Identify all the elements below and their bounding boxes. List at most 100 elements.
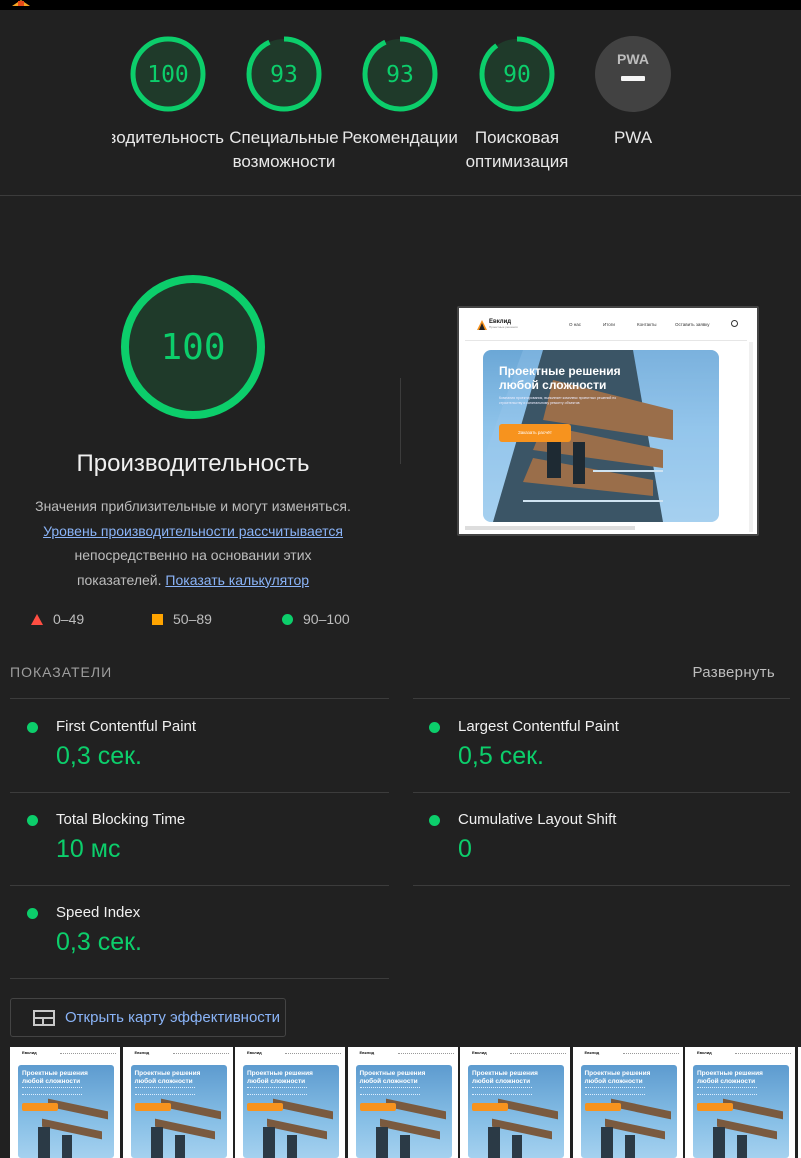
legend-fail-range: 0–49 (53, 611, 85, 627)
desc-text-2: непосредственно на основании этих (74, 547, 312, 563)
metric-name: Total Blocking Time (56, 811, 186, 828)
gauge-label-line2: оптимизация (465, 152, 569, 171)
gauge-label: PWA (613, 128, 653, 147)
frame-title: Проектные решения любой сложности (134, 1070, 201, 1085)
site-brand-sub: Проектные решения (489, 325, 518, 329)
pass-circle-icon (429, 815, 440, 826)
gauge-label: Производительность (112, 128, 224, 147)
fail-triangle-icon (31, 613, 43, 625)
pass-circle-icon (27, 908, 38, 919)
frame-title: Проектные решения любой сложности (584, 1070, 651, 1085)
pwa-badge-text: PWA (617, 51, 649, 67)
filmstrip-frame: ЕвклидПроектные решения любой сложности (797, 1047, 801, 1158)
frame-brand: Евклид (359, 1050, 375, 1055)
frame-brand: Евклид (134, 1050, 150, 1055)
gauge-pwa[interactable]: PWA PWA (563, 34, 703, 150)
site-hero-title: Проектные решения любой сложности (499, 364, 621, 392)
filmstrip-frame: Евклид Проектные решения любой сложности (572, 1047, 683, 1158)
frame-nav (735, 1053, 791, 1055)
frame-button (247, 1103, 283, 1111)
frame-button (359, 1103, 396, 1111)
frame-nav (510, 1053, 566, 1055)
gauge-ring: 90 (479, 36, 555, 112)
frame-brand: Евклид (247, 1050, 262, 1055)
open-treemap-button[interactable]: Открыть карту эффективности (10, 998, 286, 1037)
pwa-badge-icon: PWA (595, 36, 671, 112)
average-square-icon (152, 613, 163, 625)
metric-divider (413, 698, 790, 699)
frame-brand: Евклид (584, 1050, 600, 1055)
pass-circle-icon (27, 815, 38, 826)
site-nav-link: О нас (569, 322, 581, 327)
frame-button (472, 1103, 508, 1111)
frame-hero: Проектные решения любой сложности (243, 1065, 339, 1158)
site-search-icon (731, 320, 738, 327)
metric-divider (10, 698, 389, 699)
pass-circle-icon (27, 722, 38, 733)
frame-title: Проектные решения любой сложности (22, 1070, 88, 1085)
frame-hero: Проектные решения любой сложности (18, 1065, 114, 1158)
gauge-label-line1: Специальные (229, 128, 339, 147)
metric-value: 0,3 сек. (56, 742, 142, 770)
score-description: Значения приблизительные и могут изменят… (18, 494, 368, 592)
site-logo-icon (477, 320, 487, 330)
frame-text (359, 1087, 420, 1095)
site-brand: Евклид Проектные решения (489, 319, 518, 329)
site-nav-link: Контакты (637, 322, 657, 327)
score-calculation-link[interactable]: Уровень производительности рассчитываетс… (43, 523, 343, 539)
frame-hero: Проектные решения любой сложности (130, 1065, 227, 1158)
frame-nav (172, 1053, 229, 1055)
category-title: Производительность (76, 450, 310, 477)
frame-hero: Проектные решения любой сложности (580, 1065, 677, 1158)
frame-button (697, 1103, 733, 1111)
gauge-score: 90 (503, 62, 531, 88)
lighthouse-report: 100 Производительность 93 Специальные во… (0, 0, 801, 1158)
vertical-divider (400, 378, 401, 464)
gauge-label-line2: возможности (232, 152, 336, 171)
metric-value: 0,5 сек. (458, 742, 544, 770)
filmstrip-frame: Евклид Проектные решения любой сложности (685, 1047, 795, 1158)
filmstrip-frame: Евклид Проектные решения любой сложности (235, 1047, 345, 1158)
frame-text (697, 1087, 757, 1095)
site-hero: Проектные решения любой сложности Компан… (483, 350, 719, 522)
metrics-header: ПОКАЗАТЕЛИ (10, 664, 113, 680)
frame-button (584, 1103, 621, 1111)
site-hero-text: Компания проектирования, выполняет компл… (499, 396, 617, 405)
desc-text-3: показателей. (76, 571, 162, 588)
pass-circle-icon (429, 722, 440, 733)
frame-text (134, 1087, 195, 1095)
site-header-divider (465, 340, 747, 341)
frame-hero: Проектные решения любой сложности (693, 1065, 789, 1158)
metric-name: Largest Contentful Paint (458, 718, 619, 735)
filmstrip-frame: Евклид Проектные решения любой сложности (10, 1047, 120, 1158)
desc-text-1: Значения приблизительные и могут изменят… (35, 498, 351, 514)
frame-brand: Евклид (22, 1050, 37, 1055)
gauge-score: 100 (147, 62, 189, 88)
frame-button (22, 1103, 58, 1111)
filmstrip-frame: Евклид Проектные решения любой сложности (122, 1047, 233, 1158)
frame-nav (622, 1053, 679, 1055)
metric-divider (413, 792, 790, 793)
frame-text (472, 1087, 532, 1095)
frame-nav (60, 1053, 116, 1055)
legend-fail: 0–49 (31, 611, 84, 627)
legend-average: 50–89 (152, 611, 212, 627)
metric-divider (10, 978, 389, 979)
metric-name: Cumulative Layout Shift (458, 811, 617, 828)
metric-divider (10, 885, 389, 886)
frame-brand: Евклид (472, 1050, 487, 1055)
frame-brand: Евклид (697, 1050, 712, 1055)
legend-pass: 90–100 (282, 611, 350, 627)
show-calculator-link[interactable]: Показать калькулятор (165, 572, 309, 588)
preview-horizontal-scrollbar (465, 526, 635, 530)
metric-name: Speed Index (56, 904, 141, 921)
gauge-label-line1: Поисковая (474, 128, 560, 147)
legend-average-range: 50–89 (173, 611, 212, 627)
frame-text (247, 1087, 307, 1095)
performance-gauge: 100 (121, 275, 265, 419)
frame-title: Проектные решения любой сложности (247, 1070, 313, 1085)
preview-scrollbar (749, 342, 753, 532)
lighthouse-logo-icon (12, 0, 30, 6)
expand-view-toggle[interactable]: Развернуть (692, 664, 775, 681)
final-screenshot[interactable]: Евклид Проектные решения О нас Итоги Кон… (457, 306, 759, 536)
